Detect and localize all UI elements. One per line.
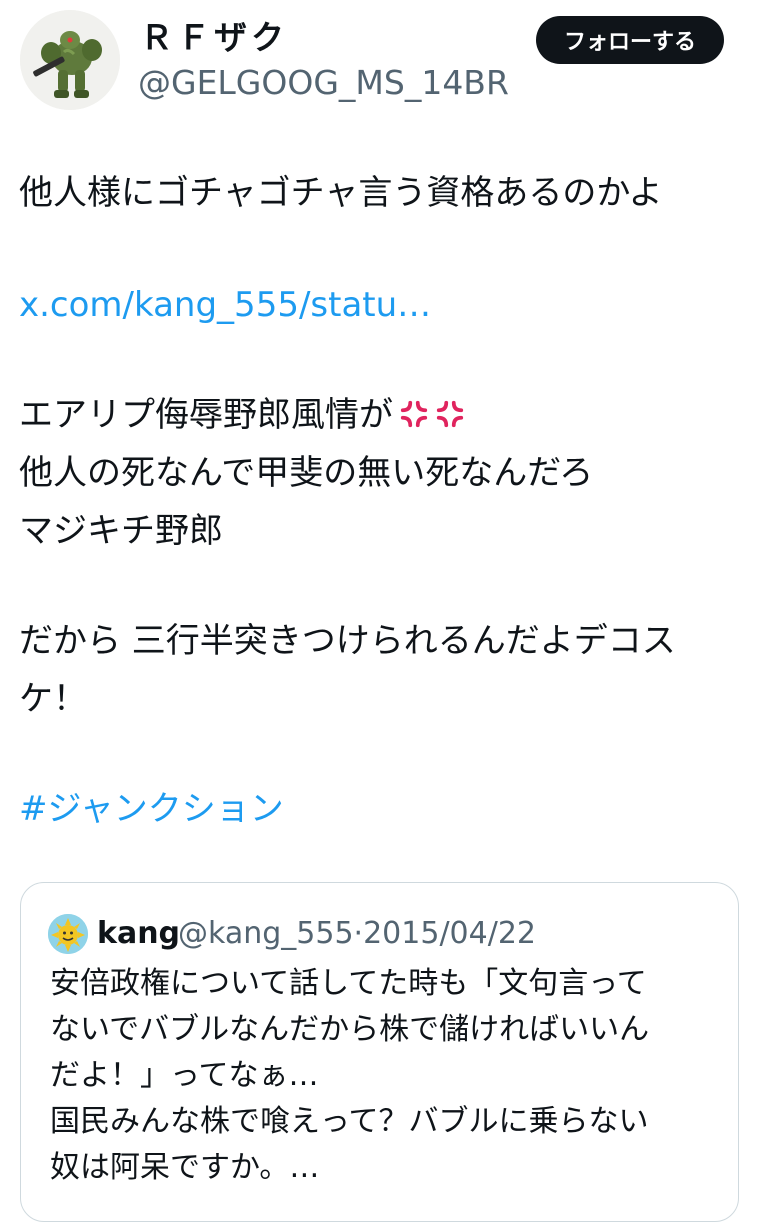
tweet-line: 他人様にゴチャゴチャ言う資格あるのかよ — [19, 173, 663, 213]
anger-symbol-icon — [400, 400, 428, 428]
quoted-tweet-line: 国民みんな株で喰えって？バブルに乗らない — [50, 1104, 649, 1139]
quoted-author-handle[interactable]: @kang_555 — [178, 916, 354, 951]
author-avatar[interactable] — [20, 10, 120, 110]
hashtag-link[interactable]: #ジャンクション — [19, 780, 284, 838]
tweet-line-text: エアリプ侮辱野郎風情が — [19, 395, 393, 435]
quoted-tweet-line: だよ！」ってなぁ… — [50, 1058, 319, 1093]
tweet-line: マジキチ野郎 — [19, 511, 223, 551]
tweet: ＲＦザク @GELGOOG_MS_14BR フォローする 他人様にゴチャゴチャ言… — [0, 0, 759, 1222]
author-display-name[interactable]: ＲＦザク — [140, 18, 288, 58]
anger-symbol-icon — [436, 400, 464, 428]
quoted-author-avatar[interactable] — [48, 914, 88, 954]
meta-separator: · — [353, 916, 364, 951]
mobile-suit-avatar-icon — [20, 10, 120, 110]
quoted-tweet-meta: @kang_555·2015/04/22 — [178, 915, 536, 953]
tweet-line: エアリプ侮辱野郎風情が — [19, 386, 465, 444]
quoted-tweet-text: 安倍政権について話してた時も「文句言って ないでバブルなんだから株で儲ければいい… — [50, 961, 649, 1191]
quoted-tweet-line: ないでバブルなんだから株で儲ければいいん — [50, 1012, 650, 1047]
quoted-author-name[interactable]: kang — [97, 915, 180, 953]
follow-button[interactable]: フォローする — [536, 16, 724, 64]
quoted-tweet-card[interactable]: kang @kang_555·2015/04/22 安倍政権について話してた時も… — [20, 882, 739, 1222]
tweet-line: 他人の死なんで甲斐の無い死なんだろ — [19, 453, 594, 493]
tweet-line: だから 三行半突きつけられるんだよデコス — [19, 621, 676, 661]
quoted-tweet-date[interactable]: 2015/04/22 — [363, 916, 536, 951]
quoted-status-link[interactable]: x.com/kang_555/statu… — [19, 276, 431, 334]
quoted-tweet-line: 安倍政権について話してた時も「文句言って — [50, 966, 647, 1001]
tweet-line: ケ！ — [19, 679, 87, 719]
quoted-tweet-line: 奴は阿呆ですか。… — [50, 1150, 320, 1185]
sun-face-avatar-icon — [48, 914, 88, 954]
author-handle[interactable]: @GELGOOG_MS_14BR — [138, 63, 509, 103]
